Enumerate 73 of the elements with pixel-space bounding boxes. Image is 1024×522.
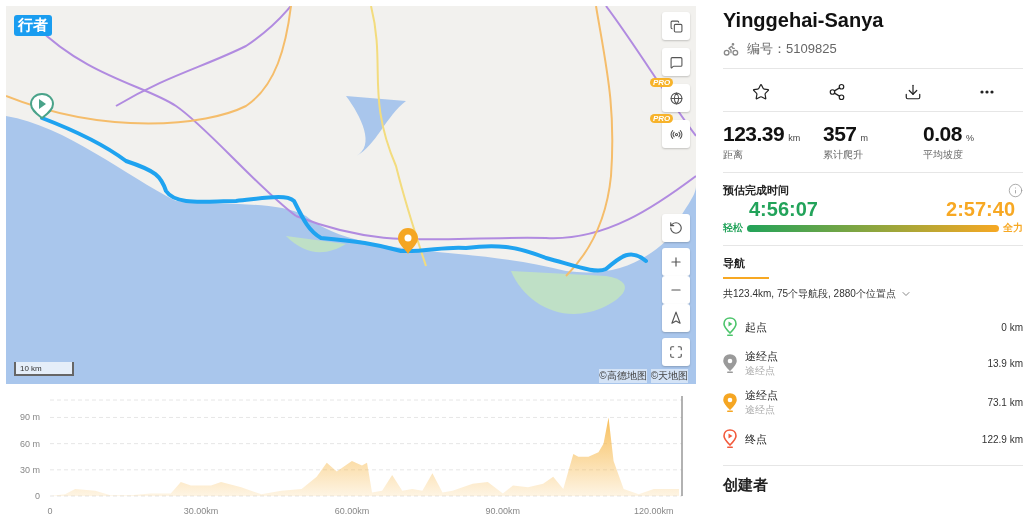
axis-label: 120.00km [634,506,674,516]
stat-unit: % [965,133,974,143]
globe-icon [669,91,683,105]
reset-icon [669,221,683,235]
app-logo: 行者 [14,15,52,36]
reset-button[interactable] [662,214,690,242]
route-id: 编号：5109825 [747,40,837,58]
stat-unit: km [788,133,801,143]
point-distance: 13.9 km [987,358,1023,369]
fullscreen-icon [669,345,683,359]
section-title: 预估完成时间 [723,183,789,198]
layers-icon [669,19,683,33]
axis-label: 0 [47,506,53,516]
map-attribution: ©天地图 [650,369,688,383]
comment-icon [669,55,683,69]
max-time: 2:57:40 [946,198,1015,221]
axis-label: 30 m [20,464,40,475]
download-button[interactable] [904,83,922,101]
stat-label: 累计爬升 [823,148,864,162]
axis-label: 60 m [20,438,40,449]
point-distance: 0 km [1001,321,1023,333]
compass-button[interactable] [662,304,690,332]
pro-badge: PRO [650,78,674,87]
point-name: 终点 [745,431,768,447]
signal-button[interactable] [662,120,690,148]
route-title: Yinggehai-Sanya [723,9,885,32]
axis-label: 30.00km [183,506,219,516]
map-pin-icon [723,429,737,449]
stat-value: 357 [823,122,857,145]
map-pin-icon [723,392,737,413]
point-name: 起点 [745,319,768,335]
map-pin-icon [723,317,737,337]
axis-label: 0 [35,491,40,501]
stat-value: 123.39 [723,122,785,145]
scale-bar: 10 km [14,362,74,376]
pro-badge: PRO [650,114,674,123]
bike-icon [723,41,739,57]
zoom-in-icon [669,255,683,269]
fullscreen-button[interactable] [662,338,690,366]
share-button[interactable] [828,83,846,101]
axis-label: 90 m [20,412,40,423]
max-label: 全力 [1003,221,1023,235]
comment-button[interactable] [662,48,690,76]
navigation-tab[interactable]: 导航 [723,256,769,279]
map-pin-icon [723,353,737,374]
compass-icon [669,311,683,325]
globe-button[interactable] [662,84,690,112]
more-icon [980,90,994,94]
stat-label: 距离 [723,148,744,162]
navigation-summary: 共123.4km, 75个导航段, 2880个位置点 [723,287,896,301]
start-pin-icon [30,93,54,119]
point-distance: 122.9 km [981,433,1023,445]
stat-label: 平均坡度 [923,148,964,162]
axis-label: 60.00km [334,506,370,516]
share-icon [828,83,846,101]
star-icon [752,83,770,101]
point-name: 途经点 [745,349,779,364]
waypoint-pin-icon [398,228,418,254]
download-icon [904,83,922,101]
easy-label: 轻松 [723,221,743,235]
axis-label: 90.00km [485,506,521,516]
signal-icon [669,127,683,141]
point-subtitle: 途经点 [745,403,776,417]
stat-unit: m [860,133,869,143]
point-name: 途经点 [745,388,779,403]
point-subtitle: 途经点 [745,364,776,378]
point-distance: 73.1 km [987,397,1023,408]
stat-value: 0.08 [923,122,962,145]
map-attribution: ©高德地图 [599,369,647,383]
easy-time: 4:56:07 [749,198,818,221]
section-title: 创建者 [723,476,769,495]
layers-button[interactable] [662,12,690,40]
star-button[interactable] [752,83,770,101]
